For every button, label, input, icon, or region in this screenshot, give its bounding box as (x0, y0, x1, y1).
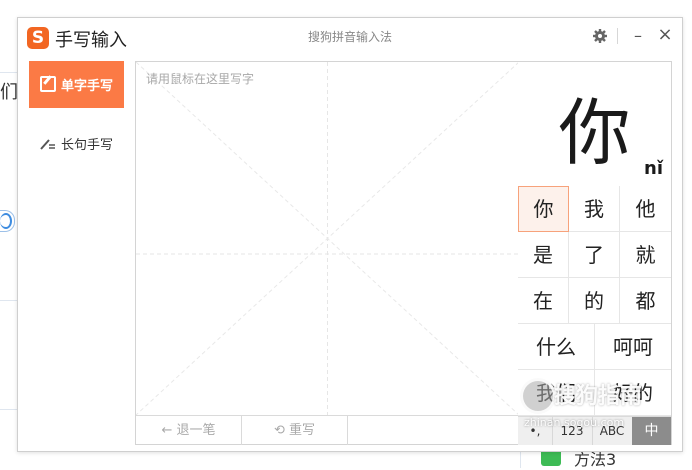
background-text-fragment: 们 (0, 82, 18, 103)
minimize-button[interactable]: – (630, 26, 646, 46)
background-refresh-icon (0, 210, 15, 232)
handwriting-pad[interactable]: 请用鼠标在这里写字 ← 退一笔 ⟲ 重写 (135, 61, 520, 445)
title-bar[interactable]: S 手写输入 搜狗拼音输入法 – × (18, 18, 682, 58)
background-divider (0, 300, 17, 301)
titlebar-separator (617, 28, 618, 44)
candidate-cell[interactable]: 就 (620, 232, 671, 278)
mode-label: 单字手写 (61, 79, 114, 94)
background-divider (0, 72, 17, 73)
candidate-cell[interactable]: 呵呵 (595, 324, 671, 370)
candidate-cell[interactable]: 都 (620, 278, 671, 324)
pad-hint: 请用鼠标在这里写字 (146, 72, 255, 86)
close-button[interactable]: × (657, 24, 673, 45)
numbers-key[interactable]: 123 (552, 417, 593, 445)
mode-single-char-button[interactable]: 单字手写 (29, 61, 124, 108)
handwriting-window: S 手写输入 搜狗拼音输入法 – × 单字手写 长句手写 请用鼠标在这里写字 ←… (17, 17, 683, 452)
edit-icon (40, 76, 56, 92)
background-divider (520, 450, 521, 468)
candidate-cell[interactable]: 好的 (595, 370, 671, 416)
candidate-cell[interactable]: 什么 (518, 324, 595, 370)
gear-icon[interactable] (592, 28, 608, 44)
candidate-cell[interactable]: 的 (569, 278, 620, 324)
mode-label: 长句手写 (61, 138, 114, 153)
pad-footer: ← 退一笔 ⟲ 重写 (136, 415, 519, 445)
candidate-cell[interactable]: 了 (569, 232, 620, 278)
rewrite-button[interactable]: ⟲ 重写 (242, 416, 348, 445)
candidate-panel: 你 nǐ 你 我 他 是 了 就 在 的 都 什么 呵呵 我们 好的 •, 12… (518, 61, 672, 445)
window-subtitle: 搜狗拼音输入法 (307, 30, 392, 44)
mode-sentence-button[interactable]: 长句手写 (29, 120, 124, 167)
candidate-cell[interactable]: 他 (620, 186, 671, 232)
candidate-preview: 你 nǐ (518, 62, 671, 186)
undo-stroke-button[interactable]: ← 退一笔 (136, 416, 242, 445)
candidate-cell[interactable]: 是 (518, 232, 569, 278)
chinese-key[interactable]: 中 (632, 417, 671, 445)
letters-key[interactable]: ABC (592, 417, 633, 445)
candidate-cell[interactable]: 在 (518, 278, 569, 324)
preview-pinyin: nǐ (644, 158, 663, 179)
input-mode-bar: •, 123 ABC 中 (518, 416, 671, 445)
candidate-cell[interactable]: 我 (569, 186, 620, 232)
candidate-cell[interactable]: 你 (518, 186, 569, 232)
pen-lines-icon (40, 138, 56, 153)
candidate-cell[interactable]: 我们 (518, 370, 595, 416)
punctuation-key[interactable]: •, (518, 417, 553, 445)
background-divider (0, 409, 17, 410)
pad-guide-lines (136, 62, 519, 415)
